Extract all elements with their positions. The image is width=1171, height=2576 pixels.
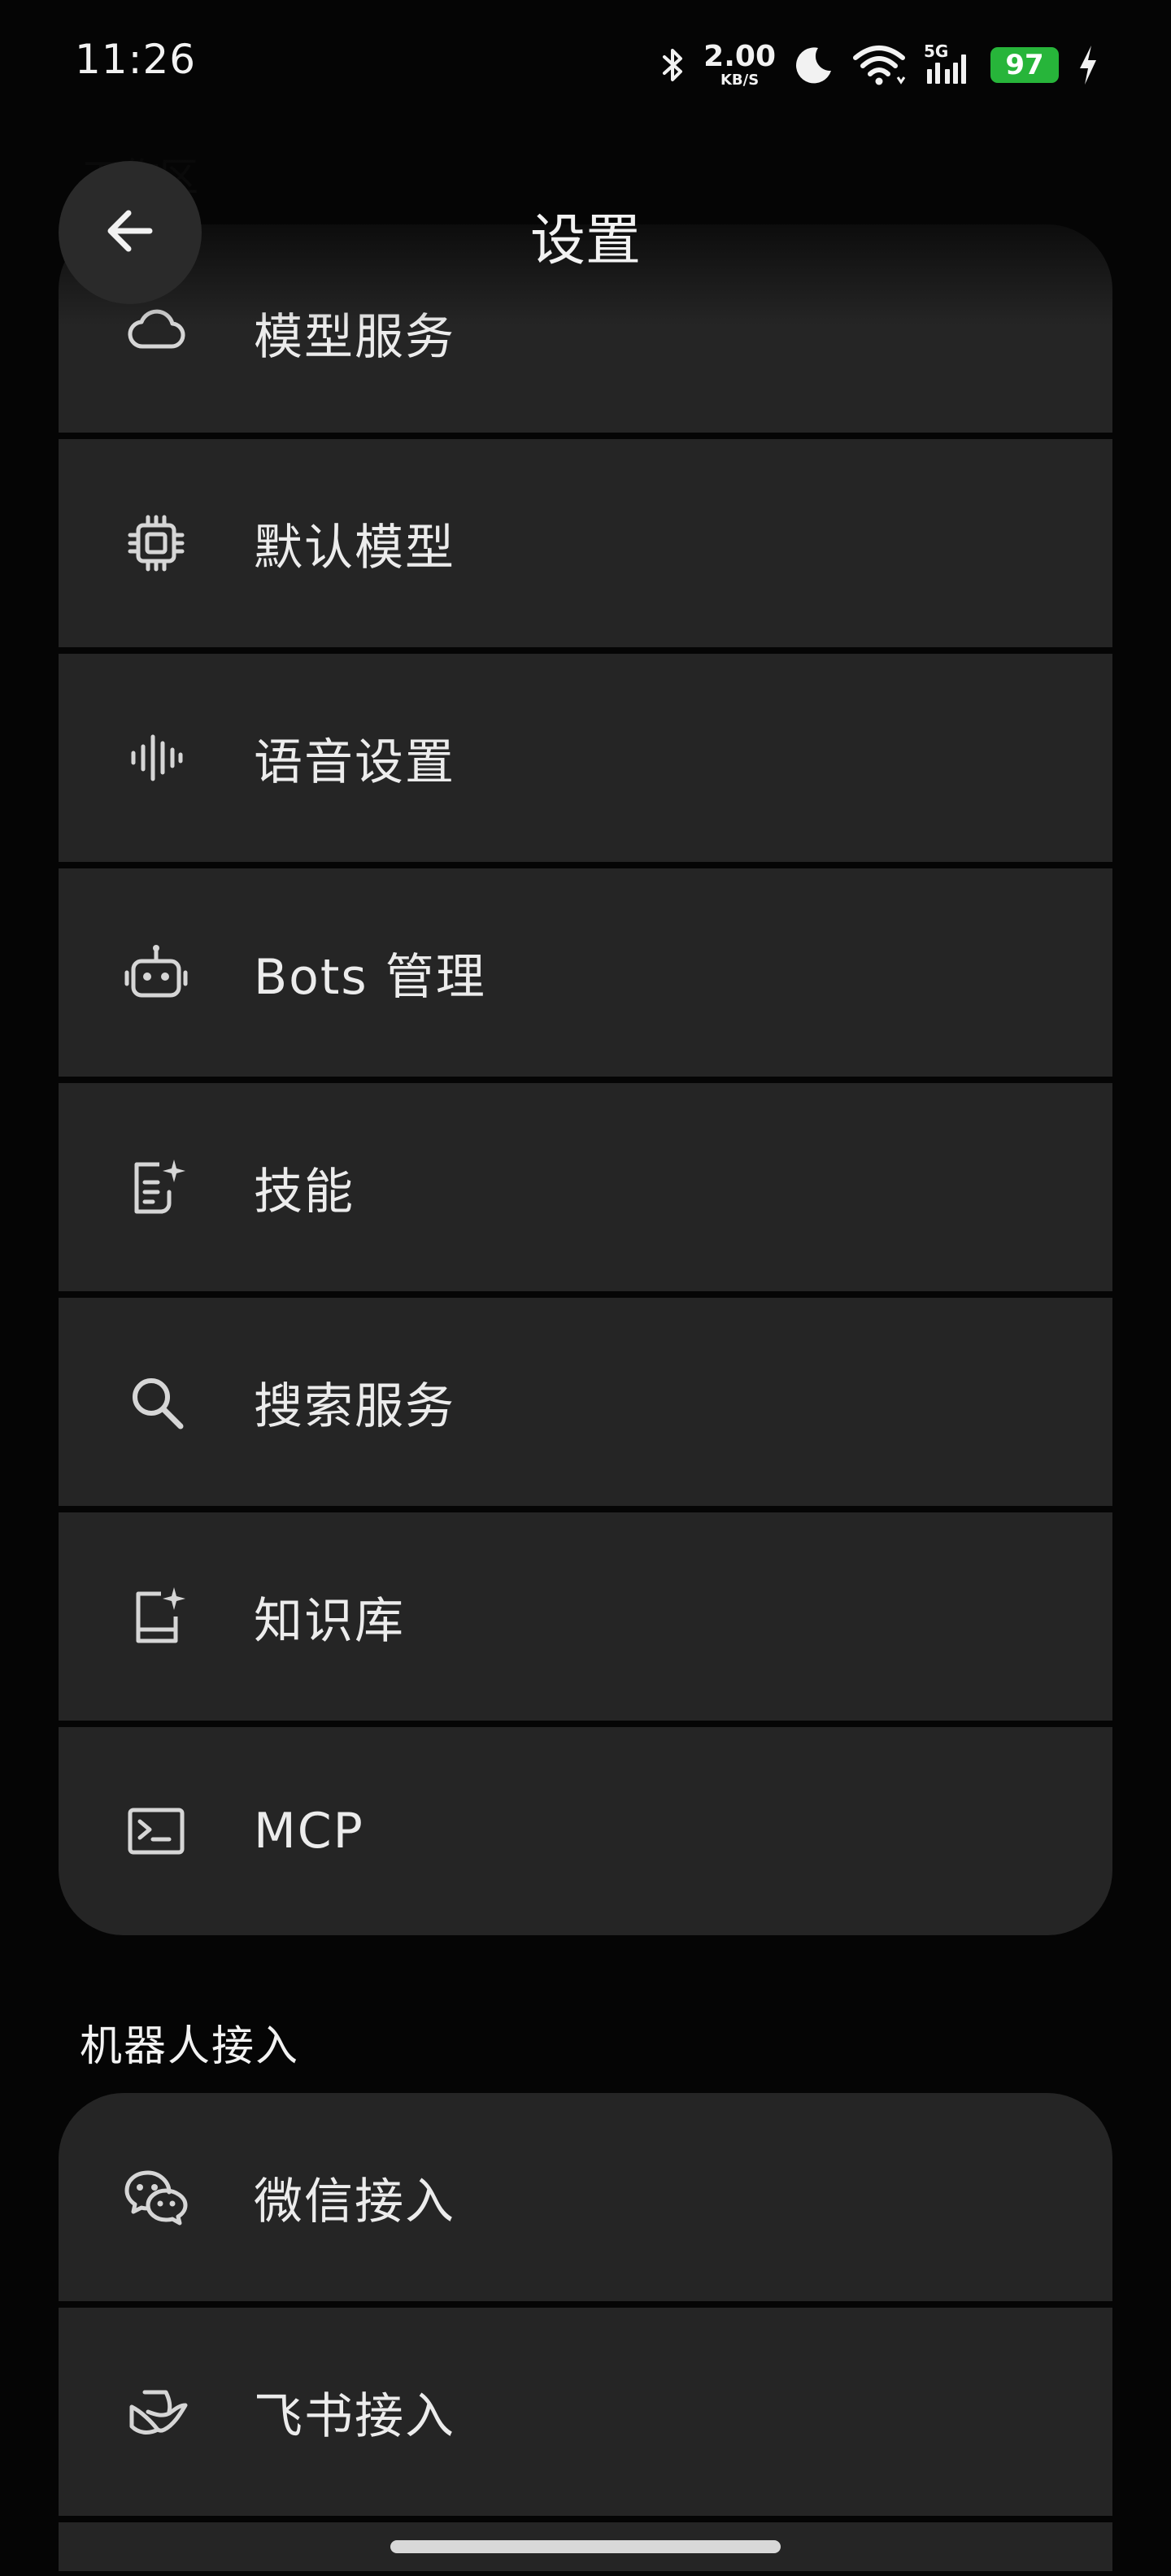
settings-item-default-model[interactable]: 默认模型 <box>59 439 1112 647</box>
status-icons: 2.00 KB/S 5G 97 <box>661 33 1099 98</box>
search-icon <box>124 1369 189 1434</box>
settings-item-label: MCP <box>254 1803 364 1860</box>
terminal-icon <box>124 1799 189 1864</box>
cloud-icon <box>124 298 189 363</box>
settings-item-label: 知识库 <box>254 1592 405 1650</box>
robot-access-group: 微信接入 飞书接入 <box>59 2093 1112 2571</box>
moon-icon <box>794 45 834 85</box>
settings-item-mcp[interactable]: MCP <box>59 1727 1112 1935</box>
settings-item-label: 默认模型 <box>254 519 455 577</box>
settings-item-search-service[interactable]: 搜索服务 <box>59 1298 1112 1506</box>
wechat-icon <box>124 2165 189 2230</box>
settings-item-label: 模型服务 <box>254 309 455 366</box>
settings-item-label: 飞书接入 <box>254 2387 455 2445</box>
status-bar: 11:26 2.00 KB/S 5G 97 <box>0 0 1171 130</box>
skill-document-sparkle-icon <box>124 1155 189 1220</box>
waveform-icon <box>124 725 189 790</box>
net-speed-unit: KB/S <box>720 72 760 89</box>
settings-item-label: 技能 <box>254 1163 355 1221</box>
feishu-icon <box>124 2379 189 2444</box>
net-speed-value: 2.00 <box>703 40 776 73</box>
settings-item-voice-settings[interactable]: 语音设置 <box>59 654 1112 862</box>
robot-icon <box>124 940 189 1005</box>
gesture-nav-handle[interactable] <box>390 2540 781 2553</box>
chip-icon <box>124 511 189 576</box>
battery-level: 97 <box>990 47 1059 83</box>
settings-item-label: 语音设置 <box>254 733 455 791</box>
settings-item-label: Bots 管理 <box>254 948 486 1006</box>
bluetooth-icon <box>661 46 686 85</box>
robot-section-title: 机器人接入 <box>80 2022 300 2071</box>
wifi-icon <box>852 45 906 85</box>
workspace-settings-group: 模型服务 默认模型 语音设置 Bots 管理 技能 搜索服务 知识库 MCP <box>59 224 1112 1935</box>
settings-item-feishu-access[interactable]: 飞书接入 <box>59 2308 1112 2516</box>
charging-icon <box>1077 44 1099 86</box>
status-time: 11:26 <box>75 36 197 83</box>
settings-item-label: 微信接入 <box>254 2173 455 2230</box>
network-type: 5G <box>924 41 949 61</box>
settings-item-label: 搜索服务 <box>254 1377 455 1435</box>
settings-item-knowledge-base[interactable]: 知识库 <box>59 1512 1112 1721</box>
knowledge-book-icon <box>124 1584 189 1649</box>
settings-item-skills[interactable]: 技能 <box>59 1083 1112 1291</box>
signal-icon: 5G <box>924 41 973 85</box>
settings-item-bots-management[interactable]: Bots 管理 <box>59 868 1112 1077</box>
page-title: 设置 <box>529 209 641 273</box>
net-speed: 2.00 KB/S <box>703 42 776 88</box>
settings-item-wechat-access[interactable]: 微信接入 <box>59 2093 1112 2301</box>
